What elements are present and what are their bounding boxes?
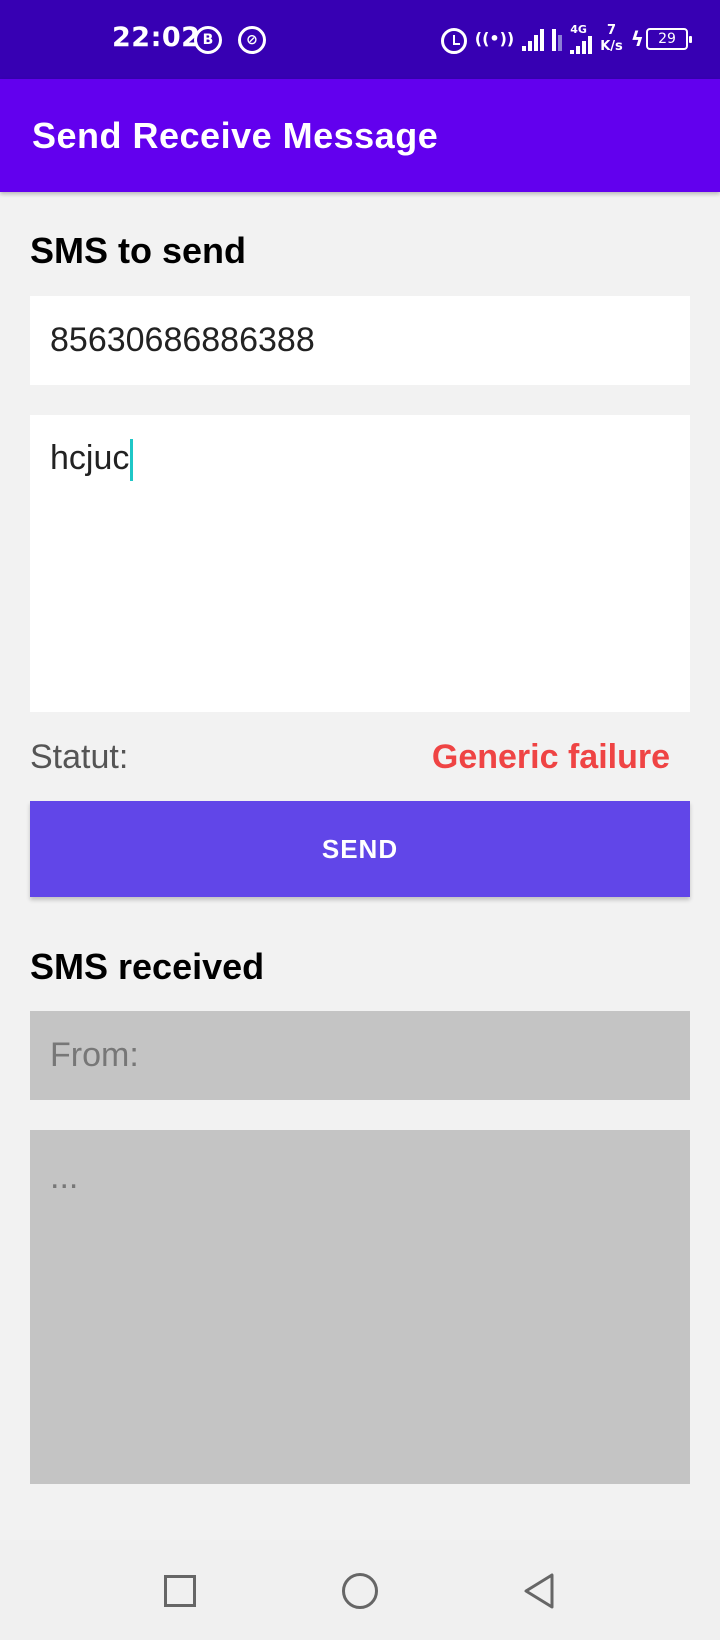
message-input[interactable]: hcjuc	[30, 415, 690, 712]
app-bar: Send Receive Message	[0, 79, 720, 192]
received-message-placeholder: ...	[50, 1158, 79, 1196]
phone-number-input[interactable]: 85630686886388	[30, 296, 690, 385]
message-value: hcjuc	[50, 439, 130, 477]
status-icons: ((•)) 4G 7 K/s ϟ 29	[440, 22, 692, 56]
from-field: From:	[30, 1011, 690, 1100]
signal-icon	[522, 27, 545, 51]
status-time: 22:02	[112, 22, 201, 53]
status-value: Generic failure	[431, 738, 670, 776]
signal-4g-icon: 4G	[570, 23, 593, 54]
battery-icon: 29	[646, 28, 692, 50]
app-title: Send Receive Message	[32, 115, 439, 156]
back-icon[interactable]	[522, 1572, 556, 1610]
send-section-title: SMS to send	[30, 230, 247, 271]
status-label: Statut:	[30, 738, 129, 776]
network-type-label: 4G	[570, 23, 587, 36]
phone-number-value: 85630686886388	[50, 321, 315, 359]
notification-app-icon: ⊘	[238, 26, 266, 54]
send-button[interactable]: SEND	[30, 801, 690, 897]
received-section-title: SMS received	[30, 946, 265, 987]
status-bar: 22:02 B ⊘ ((•)) 4G 7 K/s ϟ 29	[0, 0, 720, 79]
speed-unit: K/s	[600, 39, 623, 54]
network-speed: 7 K/s	[600, 23, 623, 55]
battery-level: 29	[658, 31, 676, 47]
data-transfer-icon	[552, 27, 563, 51]
notification-b-icon: B	[194, 26, 222, 54]
battery-indicator: ϟ 29	[630, 27, 692, 51]
home-icon[interactable]	[342, 1573, 378, 1609]
recents-icon[interactable]	[164, 1575, 196, 1607]
hotspot-icon: ((•))	[474, 29, 515, 48]
speed-value: 7	[606, 23, 617, 38]
charging-icon: ϟ	[630, 27, 644, 51]
navigation-bar	[0, 1540, 720, 1640]
text-cursor	[130, 439, 134, 482]
from-placeholder: From:	[50, 1036, 139, 1074]
alarm-icon	[440, 24, 467, 54]
received-message-field: ...	[30, 1130, 690, 1484]
